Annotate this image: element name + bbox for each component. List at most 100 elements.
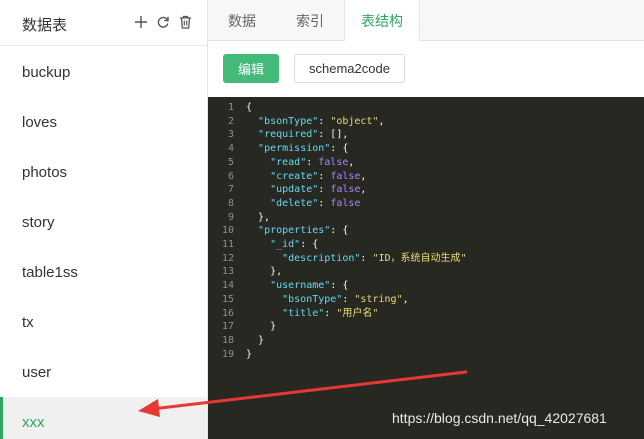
sidebar-title: 数据表	[22, 16, 68, 34]
code-token: "bsonType"	[282, 293, 343, 305]
sidebar-item-photos[interactable]: photos	[0, 147, 207, 197]
sidebar-header: 数据表	[0, 0, 207, 46]
code-text: "title": "用户名"	[246, 307, 378, 321]
sidebar-item-label: table1ss	[22, 263, 78, 281]
code-token: "ID，系统自动生成"	[372, 252, 467, 264]
code-text: {	[246, 101, 252, 115]
watermark: https://blog.csdn.net/qq_42027681	[392, 410, 607, 426]
code-token: ,	[360, 170, 367, 182]
line-number: 14	[221, 280, 234, 292]
code-token: :	[318, 170, 331, 182]
code-line: 3 "required": [],	[208, 128, 644, 142]
code-line: 19}	[208, 348, 644, 362]
code-token: ,	[402, 293, 409, 305]
code-token: "required"	[258, 129, 319, 141]
code-text: "create": false,	[246, 170, 366, 184]
code-token: "description"	[282, 252, 361, 264]
code-line: 4 "permission": {	[208, 142, 644, 156]
code-line: 7 "update": false,	[208, 183, 644, 197]
edit-button[interactable]: 编辑	[223, 54, 279, 83]
code-token: "_id"	[270, 239, 301, 250]
code-token: :	[318, 184, 331, 196]
code-token: : {	[330, 225, 349, 237]
code-token: false	[330, 170, 361, 182]
sidebar-item-table1ss[interactable]: table1ss	[0, 247, 207, 297]
code-token: "update"	[270, 184, 319, 196]
sidebar-item-label: buckup	[22, 63, 71, 81]
code-token: false	[318, 156, 349, 168]
code-token: "title"	[282, 307, 325, 319]
tab-data[interactable]: 数据	[208, 0, 276, 41]
sidebar-item-xxx[interactable]: xxx	[0, 397, 207, 439]
code-token: false	[330, 184, 361, 196]
code-text: "read": false,	[246, 156, 354, 170]
sidebar-item-label: xxx	[22, 413, 45, 431]
sidebar-item-label: loves	[22, 113, 58, 131]
code-line: 9 },	[208, 211, 644, 225]
tab-index[interactable]: 索引	[276, 0, 344, 41]
sidebar-item-label: story	[22, 213, 55, 231]
code-text: "description": "ID，系统自动生成"	[246, 252, 467, 266]
code-text: "delete": false	[246, 197, 360, 211]
line-number: 1	[227, 102, 234, 113]
code-token: : {	[330, 143, 349, 155]
code-line: 6 "create": false,	[208, 170, 644, 184]
code-line: 15 "bsonType": "string",	[208, 293, 644, 307]
code-text: "properties": {	[246, 224, 348, 238]
code-token: "permission"	[258, 143, 331, 155]
code-line: 18 }	[208, 334, 644, 348]
line-number: 19	[221, 348, 234, 360]
sidebar-item-user[interactable]: user	[0, 347, 207, 397]
sidebar-item-buckup[interactable]: buckup	[0, 47, 207, 97]
code-line: 8 "delete": false	[208, 197, 644, 211]
line-number: 17	[221, 321, 234, 333]
sidebar: 数据表 buckup loves photos story table1ss tx user…	[0, 0, 208, 439]
code-token: },	[246, 211, 271, 223]
code-token: "delete"	[270, 197, 319, 209]
line-number: 11	[221, 239, 234, 250]
line-number: 10	[221, 225, 234, 237]
sidebar-item-loves[interactable]: loves	[0, 97, 207, 147]
code-line: 2 "bsonType": "object",	[208, 115, 644, 129]
sidebar-item-label: tx	[22, 313, 34, 331]
tab-schema[interactable]: 表结构	[344, 0, 420, 42]
code-text: "bsonType": "object",	[246, 115, 384, 129]
code-token: "username"	[270, 280, 331, 292]
code-token: : {	[330, 280, 349, 292]
code-token: : {	[300, 239, 319, 250]
refresh-icon[interactable]	[154, 12, 172, 32]
line-number: 15	[221, 293, 234, 305]
code-token: "string"	[354, 293, 403, 305]
code-token: ,	[360, 184, 367, 196]
schema-code-editor[interactable]: 1{2 "bsonType": "object", 3 "required": […	[208, 97, 644, 439]
schema2code-button[interactable]: schema2code	[294, 54, 405, 83]
code-token: ,	[348, 156, 355, 168]
code-token: : [],	[318, 129, 349, 141]
code-token: "object"	[330, 115, 379, 127]
trash-icon[interactable]	[176, 12, 194, 32]
line-number: 16	[221, 307, 234, 319]
code-text: }	[246, 348, 252, 362]
code-token: }	[246, 334, 265, 346]
sidebar-item-story[interactable]: story	[0, 197, 207, 247]
code-text: "required": [],	[246, 128, 348, 142]
plus-icon[interactable]	[132, 12, 150, 32]
line-number: 7	[227, 184, 234, 196]
line-number: 2	[227, 115, 234, 127]
line-number: 4	[227, 143, 234, 155]
code-token: },	[246, 266, 283, 278]
code-line: 17 }	[208, 320, 644, 334]
sidebar-item-tx[interactable]: tx	[0, 297, 207, 347]
code-token: "properties"	[258, 225, 331, 237]
